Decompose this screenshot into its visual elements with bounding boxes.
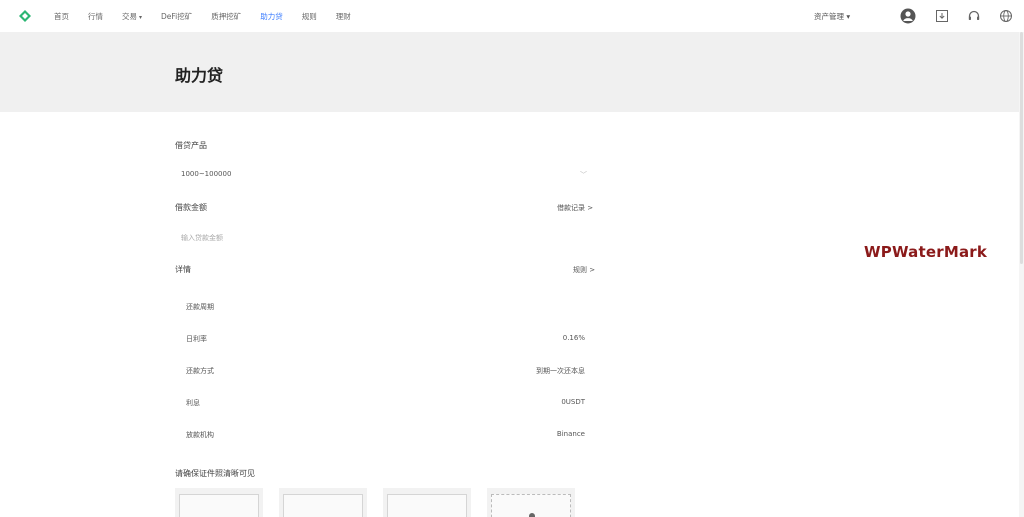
nav-item-1[interactable]: 行情 xyxy=(88,11,103,22)
detail-row: 还款周期 xyxy=(175,290,593,322)
header-tools: 资产管理 ▾ xyxy=(804,0,1024,32)
main-nav: 首页 行情 交易 ▾ DeFi挖矿 质押挖矿 助力贷 规则 理财 xyxy=(54,0,370,32)
nav-item-label: 首页 xyxy=(54,11,69,21)
nav-item-0[interactable]: 首页 xyxy=(54,11,69,22)
loan-form: 借贷产品 1000~100000 ﹀ 借款金额 借款记录 > 详情 规则 > 还… xyxy=(0,112,1024,517)
detail-row: 日利率 0.16% xyxy=(175,322,593,354)
detail-key: 日利率 xyxy=(186,335,207,343)
detail-value: 0USDT xyxy=(561,398,585,406)
watermark-text: WPWaterMark xyxy=(864,243,988,261)
nav-item-label: 质押挖矿 xyxy=(211,11,242,21)
detail-row: 还款方式 到期一次还本息 xyxy=(175,354,593,386)
nav-item-3[interactable]: DeFi挖矿 xyxy=(161,11,192,22)
upload-handheld-card[interactable] xyxy=(383,488,471,517)
logo-icon[interactable] xyxy=(18,9,32,23)
upload-front-card[interactable] xyxy=(175,488,263,517)
upload-back-frame xyxy=(283,494,363,517)
upload-front-frame xyxy=(179,494,259,517)
chevron-down-icon: ▾ xyxy=(139,13,143,21)
detail-row: 利息 0USDT xyxy=(175,386,593,418)
detail-key: 还款周期 xyxy=(186,303,214,311)
id-photo-label: 请确保证件照清晰可见 xyxy=(175,469,255,478)
nav-item-2[interactable]: 交易 ▾ xyxy=(122,11,142,22)
chevron-down-icon: ﹀ xyxy=(580,171,587,179)
page-title: 助力贷 xyxy=(175,66,224,85)
id-photo-uploads xyxy=(175,488,585,517)
upload-handheld-frame xyxy=(387,494,467,517)
details-label: 详情 xyxy=(175,265,191,274)
nav-item-label: DeFi挖矿 xyxy=(161,11,193,21)
amount-label: 借款金额 xyxy=(175,203,207,212)
plus-icon xyxy=(529,513,535,517)
detail-value: 到期一次还本息 xyxy=(536,367,585,375)
amount-input[interactable] xyxy=(175,227,385,249)
detail-value: Binance xyxy=(556,430,585,438)
avatar-icon[interactable] xyxy=(900,8,916,24)
download-icon[interactable] xyxy=(934,8,950,24)
detail-key: 利息 xyxy=(186,399,200,407)
top-nav-bar: 首页 行情 交易 ▾ DeFi挖矿 质押挖矿 助力贷 规则 理财 资产管理 ▾ xyxy=(0,0,1024,32)
nav-item-label: 规则 xyxy=(301,11,317,21)
rules-link[interactable]: 规则 > xyxy=(573,265,595,275)
nav-item-4[interactable]: 质押挖矿 xyxy=(211,11,241,22)
product-label: 借贷产品 xyxy=(175,141,207,150)
asset-management-menu[interactable]: 资产管理 ▾ xyxy=(814,11,850,22)
upload-add-frame xyxy=(491,494,571,517)
nav-item-6[interactable]: 规则 xyxy=(302,11,317,22)
nav-item-label: 助力贷 xyxy=(260,11,283,21)
upload-add-card[interactable] xyxy=(487,488,575,517)
nav-item-label: 交易 xyxy=(122,11,137,21)
nav-item-label: 行情 xyxy=(88,11,103,21)
nav-item-7[interactable]: 理财 xyxy=(336,11,351,22)
detail-row: 放款机构 Binance xyxy=(175,418,593,450)
headset-icon[interactable] xyxy=(966,8,982,24)
loan-record-link[interactable]: 借款记录 > xyxy=(557,203,593,213)
page-header: 助力贷 xyxy=(0,32,1024,112)
detail-key: 还款方式 xyxy=(186,367,214,375)
scrollbar-thumb[interactable] xyxy=(1020,32,1023,264)
detail-key: 放款机构 xyxy=(186,431,214,439)
detail-value: 0.16% xyxy=(562,334,585,342)
product-select-value: 1000~100000 xyxy=(181,170,232,178)
nav-item-5[interactable]: 助力贷 xyxy=(260,11,283,22)
details-list: 还款周期日利率 0.16% 还款方式 到期一次还本息利息 0USDT 放款机构 Binanc… xyxy=(175,290,593,460)
globe-icon[interactable] xyxy=(998,8,1014,24)
nav-item-label: 理财 xyxy=(335,11,351,21)
scrollbar[interactable] xyxy=(1019,32,1024,517)
upload-back-card[interactable] xyxy=(279,488,367,517)
product-select[interactable]: 1000~100000 ﹀ xyxy=(175,164,595,186)
